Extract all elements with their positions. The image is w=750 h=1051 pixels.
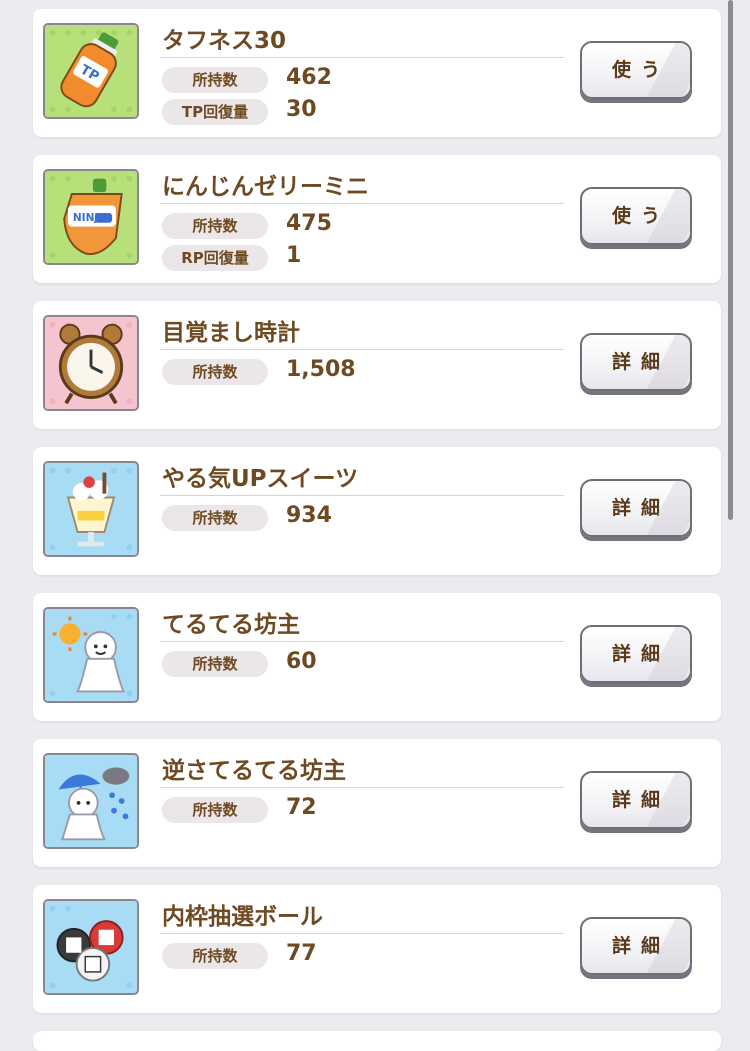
- item-card: 目覚まし時計 所持数 1,508 詳細: [33, 301, 721, 429]
- divider: [160, 495, 564, 496]
- item-card-partial: [33, 1031, 721, 1051]
- item-name: 目覚まし時計: [162, 320, 300, 346]
- stat-label: 所持数: [162, 213, 268, 239]
- divider: [160, 787, 564, 788]
- item-card: てるてる坊主 所持数 60 詳細: [33, 593, 721, 721]
- use-button[interactable]: 使う: [580, 41, 692, 99]
- stat-value: 77: [286, 941, 317, 966]
- stat-value: 462: [286, 65, 332, 90]
- item-name: てるてる坊主: [162, 612, 300, 638]
- item-name: やる気UPスイーツ: [162, 466, 359, 492]
- lottery-balls-icon: [43, 899, 139, 995]
- divider: [160, 641, 564, 642]
- stat-label: 所持数: [162, 359, 268, 385]
- stat-value: 1,508: [286, 357, 356, 382]
- carrot-jelly-pouch-icon: NINJIN: [43, 169, 139, 265]
- details-button[interactable]: 詳細: [580, 333, 692, 391]
- stat-label: RP回復量: [162, 245, 268, 271]
- details-button[interactable]: 詳細: [580, 479, 692, 537]
- stat-value: 475: [286, 211, 332, 236]
- stat-value: 72: [286, 795, 317, 820]
- divider: [160, 933, 564, 934]
- tp-drink-bottle-icon: TP: [43, 23, 139, 119]
- divider: [160, 203, 564, 204]
- parfait-icon: [43, 461, 139, 557]
- item-card: NINJIN にんじんゼリーミニ 所持数 475 RP回復量 1 使う: [33, 155, 721, 283]
- use-button[interactable]: 使う: [580, 187, 692, 245]
- stat-label: 所持数: [162, 943, 268, 969]
- stat-value: 60: [286, 649, 317, 674]
- stat-label: 所持数: [162, 651, 268, 677]
- teru-teru-bozu-rain-icon: [43, 753, 139, 849]
- details-button[interactable]: 詳細: [580, 771, 692, 829]
- divider: [160, 57, 564, 58]
- teru-teru-bozu-sun-icon: [43, 607, 139, 703]
- stat-label: 所持数: [162, 505, 268, 531]
- stat-label: 所持数: [162, 797, 268, 823]
- divider: [160, 349, 564, 350]
- item-name: 内枠抽選ボール: [162, 904, 323, 930]
- item-card: 逆さてるてる坊主 所持数 72 詳細: [33, 739, 721, 867]
- item-name: にんじんゼリーミニ: [162, 174, 369, 200]
- details-button[interactable]: 詳細: [580, 917, 692, 975]
- details-button[interactable]: 詳細: [580, 625, 692, 683]
- item-card: やる気UPスイーツ 所持数 934 詳細: [33, 447, 721, 575]
- item-name: 逆さてるてる坊主: [162, 758, 346, 784]
- stat-value: 30: [286, 97, 317, 122]
- item-card: TP タフネス30 所持数 462 TP回復量 30 使う: [33, 9, 721, 137]
- stat-label: 所持数: [162, 67, 268, 93]
- alarm-clock-icon: [43, 315, 139, 411]
- stat-value: 934: [286, 503, 332, 528]
- item-card: 内枠抽選ボール 所持数 77 詳細: [33, 885, 721, 1013]
- scrollbar[interactable]: [728, 0, 733, 520]
- item-name: タフネス30: [162, 28, 287, 54]
- stat-label: TP回復量: [162, 99, 268, 125]
- item-list: TP タフネス30 所持数 462 TP回復量 30 使う NINJIN にんじ…: [0, 0, 750, 1051]
- stat-value: 1: [286, 243, 302, 268]
